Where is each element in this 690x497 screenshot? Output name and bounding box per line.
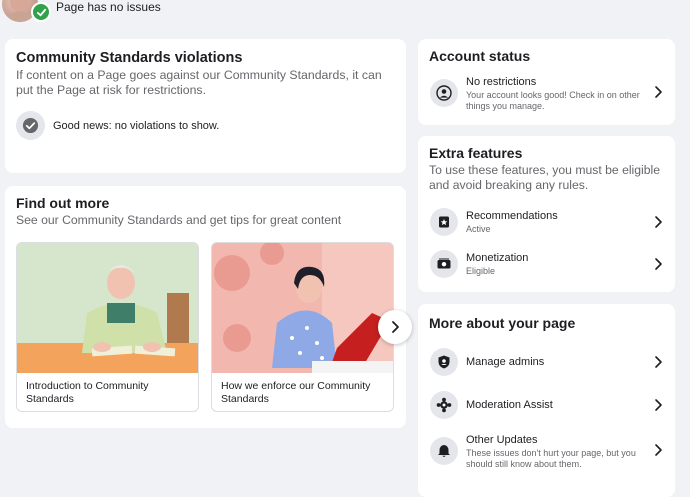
page-status-text: Page has no issues bbox=[56, 0, 161, 14]
feature-title: Recommendations bbox=[466, 209, 558, 222]
extra-features-title: Extra features bbox=[429, 145, 523, 161]
extra-features-card: Extra features To use these features, yo… bbox=[418, 136, 675, 292]
account-status-item-title: No restrictions bbox=[466, 76, 537, 88]
bell-icon bbox=[430, 437, 458, 465]
article-caption: How we enforce our Community Standards bbox=[221, 380, 371, 405]
chevron-right-icon bbox=[655, 86, 662, 98]
more-row-moderation-assist[interactable]: Moderation Assist bbox=[430, 391, 665, 419]
check-icon bbox=[31, 2, 51, 22]
check-circle-icon bbox=[16, 111, 45, 140]
feature-title: Monetization bbox=[466, 251, 529, 264]
account-status-title: Account status bbox=[429, 48, 531, 64]
good-news-row: Good news: no violations to show. bbox=[16, 111, 219, 140]
account-status-item-sub: Your account looks good! Check in on oth… bbox=[466, 90, 640, 111]
money-icon bbox=[430, 250, 458, 278]
find-out-more-subtitle: See our Community Standards and get tips… bbox=[16, 213, 342, 227]
good-news-text: Good news: no violations to show. bbox=[53, 119, 220, 132]
more-about-card: More about your page Manage admins Moder… bbox=[418, 304, 675, 497]
profile-icon bbox=[430, 79, 458, 107]
find-out-more-title: Find out more bbox=[16, 195, 110, 211]
more-item-title: Other Updates bbox=[466, 434, 538, 446]
more-item-title: Moderation Assist bbox=[466, 399, 553, 411]
shield-icon bbox=[430, 348, 458, 376]
gear-icon bbox=[430, 391, 458, 419]
chevron-right-icon bbox=[655, 258, 662, 270]
chevron-right-icon bbox=[655, 356, 662, 368]
violations-description: If content on a Page goes against our Co… bbox=[16, 68, 382, 97]
carousel-next-button[interactable] bbox=[378, 310, 412, 344]
feature-row-recommendations[interactable]: Recommendations Active bbox=[430, 208, 665, 236]
find-out-more-card: Find out more See our Community Standard… bbox=[5, 186, 406, 428]
extra-features-description: To use these features, you must be eligi… bbox=[429, 163, 661, 192]
chevron-right-icon bbox=[655, 216, 662, 228]
account-status-row[interactable]: No restrictions Your account looks good!… bbox=[430, 76, 665, 112]
account-status-card: Account status No restrictions Your acco… bbox=[418, 39, 675, 125]
chevron-right-icon bbox=[655, 399, 662, 411]
article-card-intro[interactable]: Introduction to Community Standards bbox=[16, 242, 199, 412]
illustration-woman-at-laptop bbox=[212, 243, 393, 373]
article-card-enforce[interactable]: How we enforce our Community Standards bbox=[211, 242, 394, 412]
more-item-title: Manage admins bbox=[466, 356, 545, 368]
chevron-right-icon bbox=[655, 444, 662, 456]
more-item-sub: These issues don't hurt your page, but y… bbox=[466, 448, 636, 469]
feature-status: Eligible bbox=[466, 265, 496, 276]
more-about-title: More about your page bbox=[429, 315, 576, 331]
recommendation-icon bbox=[430, 208, 458, 236]
illustration-man-at-table bbox=[17, 243, 198, 373]
violations-title: Community Standards violations bbox=[16, 50, 243, 66]
chevron-right-icon bbox=[392, 321, 399, 333]
feature-status: Active bbox=[466, 223, 491, 234]
more-row-other-updates[interactable]: Other Updates These issues don't hurt yo… bbox=[430, 434, 665, 470]
feature-row-monetization[interactable]: Monetization Eligible bbox=[430, 250, 665, 278]
more-row-manage-admins[interactable]: Manage admins bbox=[430, 348, 665, 376]
article-caption: Introduction to Community Standards bbox=[26, 380, 149, 405]
page-status-bar: Page has no issues bbox=[0, 0, 690, 24]
violations-card: Community Standards violations If conten… bbox=[5, 39, 406, 173]
